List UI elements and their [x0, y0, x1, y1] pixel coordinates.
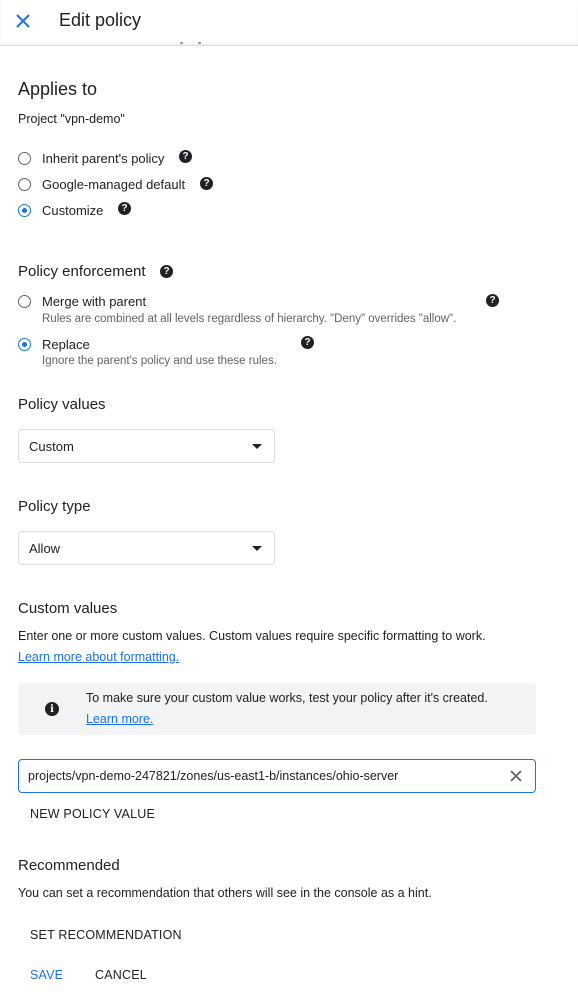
radio-button[interactable] — [18, 152, 31, 165]
radio-label: Customize — [42, 203, 104, 218]
radio-google-managed[interactable]: Google-managed default — [18, 177, 185, 192]
info-banner: i To make sure your custom value works, … — [18, 683, 536, 735]
custom-value-input-field[interactable] — [18, 759, 536, 793]
policy-enforcement-heading: Policy enforcement — [18, 263, 146, 280]
dropdown-arrow-icon — [252, 546, 262, 551]
recommended-description: You can set a recommendation that others… — [18, 886, 432, 900]
policy-type-heading: Policy type — [18, 498, 91, 515]
info-icon: i — [45, 702, 59, 716]
clear-value-button[interactable] — [507, 767, 525, 785]
close-icon — [510, 770, 522, 782]
help-icon[interactable]: ? — [179, 150, 192, 163]
radio-label: Replace — [42, 337, 90, 352]
scrolled-content-fragment — [180, 42, 183, 44]
banner-learn-more-link[interactable]: Learn more. — [86, 712, 153, 726]
custom-values-description: Enter one or more custom values. Custom … — [18, 629, 486, 643]
radio-button-selected[interactable] — [18, 338, 31, 351]
recommended-heading: Recommended — [18, 857, 120, 874]
custom-values-heading: Custom values — [18, 600, 118, 617]
policy-values-heading: Policy values — [18, 396, 106, 413]
scrolled-content-fragment — [198, 42, 201, 44]
new-policy-value-button[interactable]: NEW POLICY VALUE — [30, 807, 155, 821]
applies-to-heading: Applies to — [18, 79, 98, 99]
replace-description: Ignore the parent's policy and use these… — [42, 355, 277, 367]
radio-merge-with-parent[interactable]: Merge with parent — [18, 294, 146, 309]
selected-value: Allow — [29, 541, 61, 556]
project-label: Project "vpn-demo" — [18, 112, 125, 126]
radio-button[interactable] — [18, 295, 31, 308]
radio-label: Google-managed default — [42, 177, 186, 192]
radio-replace[interactable]: Replace — [18, 337, 90, 352]
page-title: Edit policy — [59, 10, 142, 30]
selected-value: Custom — [29, 439, 74, 454]
custom-value-input[interactable] — [28, 760, 498, 792]
radio-button[interactable] — [18, 178, 31, 191]
help-icon[interactable]: ? — [486, 294, 499, 307]
radio-button-selected[interactable] — [18, 204, 31, 217]
close-icon — [16, 14, 30, 28]
radio-customize[interactable]: Customize — [18, 203, 103, 218]
banner-text: To make sure your custom value works, te… — [86, 691, 488, 705]
radio-inherit-parent[interactable]: Inherit parent's policy — [18, 151, 164, 166]
policy-type-select[interactable]: Allow — [18, 531, 275, 565]
set-recommendation-button[interactable]: SET RECOMMENDATION — [30, 928, 182, 942]
help-icon[interactable]: ? — [160, 265, 173, 278]
radio-label: Merge with parent — [42, 294, 147, 309]
policy-values-select[interactable]: Custom — [18, 429, 275, 463]
help-icon[interactable]: ? — [200, 177, 213, 190]
help-icon[interactable]: ? — [301, 336, 314, 349]
learn-more-formatting-link[interactable]: Learn more about formatting. — [18, 650, 179, 664]
help-icon[interactable]: ? — [118, 202, 131, 215]
dropdown-arrow-icon — [252, 444, 262, 449]
header-bar: Edit policy — [0, 0, 578, 46]
merge-description: Rules are combined at all levels regardl… — [42, 313, 457, 325]
cancel-button[interactable]: CANCEL — [95, 968, 147, 982]
save-button[interactable]: SAVE — [30, 968, 63, 982]
radio-label: Inherit parent's policy — [42, 151, 165, 166]
close-button[interactable] — [12, 10, 34, 32]
